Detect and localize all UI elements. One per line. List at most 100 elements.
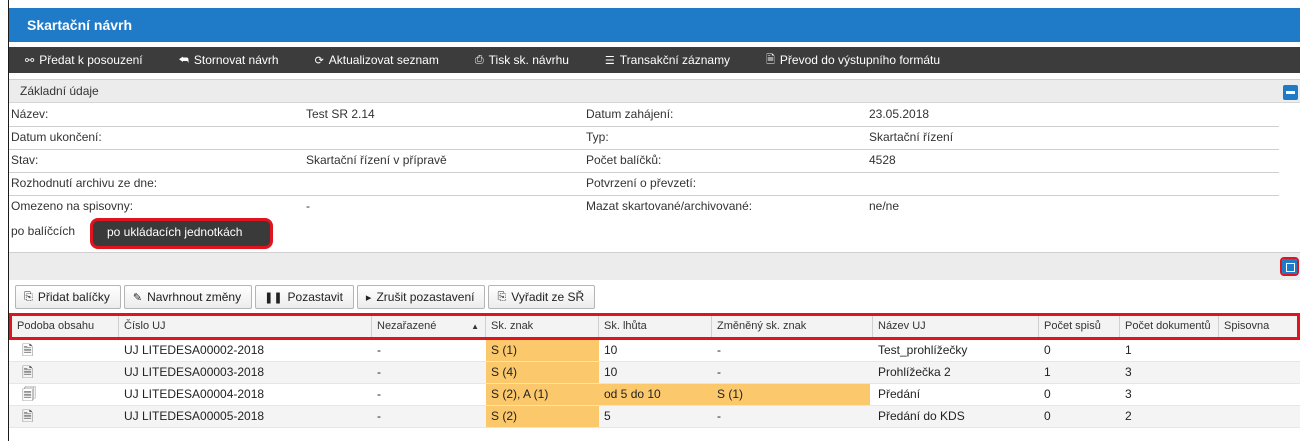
registry [1219, 406, 1224, 427]
registry [1219, 384, 1224, 405]
detail-value: Skartační řízení v přípravě [306, 153, 447, 167]
basic-info-header: Základní údaje [9, 79, 1300, 103]
unit-name: Test_prohlížečky [878, 343, 968, 357]
column-header[interactable]: Číslo UJ [119, 316, 372, 337]
detail-label: Datum zahájení: [586, 107, 674, 121]
sort-asc-icon: ▲ [471, 322, 479, 331]
tab-by-storage-units[interactable]: po ukládacích jednotkách [90, 218, 273, 249]
document-icon: 🗎 [22, 364, 34, 380]
document-count: 3 [1125, 365, 1132, 379]
view-tabs: po balíčcích po ukládacích jednotkách [9, 218, 1300, 250]
column-header-label: Nezařazené [377, 320, 437, 332]
remove-from-procedure-button[interactable]: ⎘ Vyřadit ze SŘ [488, 285, 596, 309]
refresh-list-button[interactable]: ⟳ Aktualizovat seznam [297, 47, 457, 73]
basic-info-details: Název: Test SR 2.14 Datum zahájení: 23.0… [9, 104, 1279, 219]
column-header[interactable]: Sk. znak [486, 316, 599, 337]
registry [1219, 362, 1224, 383]
button-label: Přidat balíčky [37, 290, 110, 304]
transaction-records-button[interactable]: ☰ Transakční záznamy [587, 47, 748, 73]
pass-for-review-button[interactable]: ⚯ Předat k posouzení [9, 47, 161, 73]
column-header[interactable]: Název UJ [873, 316, 1039, 337]
detail-label: Počet balíčků: [586, 153, 662, 167]
undo-arrow-icon: ⮪ [178, 53, 189, 66]
registry [1219, 340, 1224, 361]
detail-row: Omezeno na spisovny: - Mazat skartované/… [9, 196, 1279, 219]
detail-value: - [306, 199, 310, 213]
edit-icon: ✎ [132, 291, 143, 304]
expand-icon[interactable] [1280, 257, 1299, 276]
convert-output-format-button[interactable]: 🗎 Převod do výstupního formátu [748, 47, 958, 73]
print-icon: ⎙ [474, 53, 484, 66]
detail-row: Název: Test SR 2.14 Datum zahájení: 23.0… [9, 104, 1279, 127]
window-title: Skartační návrh [9, 8, 1300, 42]
grid-header-bar [9, 252, 1300, 280]
propose-changes-button[interactable]: ✎ Navrhnout změny [123, 285, 253, 309]
unassigned: - [377, 387, 381, 401]
unit-name: Předání do KDS [878, 409, 965, 423]
file-count: 0 [1044, 387, 1051, 401]
table-row[interactable]: 🗎 UJ LITEDESA00005-2018 - S (2) 5 - Před… [9, 406, 1300, 428]
file-count: 0 [1044, 343, 1051, 357]
detail-row: Rozhodnutí archivu ze dne: Potvrzení o p… [9, 173, 1279, 196]
action-label: Předat k posouzení [39, 53, 143, 67]
cancel-pause-button[interactable]: ▸ Zrušit pozastavení [356, 285, 486, 309]
column-header[interactable]: Nezařazené ▲ [372, 316, 486, 337]
add-packages-button[interactable]: ⎘ Přidat balíčky [15, 285, 121, 309]
column-header[interactable]: Změněný sk. znak [712, 316, 873, 337]
file-count: 1 [1044, 365, 1051, 379]
action-label: Tisk sk. návrhu [488, 53, 569, 67]
column-header[interactable]: Počet dokumentů [1120, 316, 1219, 337]
action-label: Aktualizovat seznam [328, 53, 439, 67]
unassigned: - [377, 343, 381, 357]
detail-value: ne/ne [869, 199, 900, 213]
retention-mark: S (2) [486, 406, 599, 427]
table-row[interactable]: 🗎 UJ LITEDESA00002-2018 - S (1) 10 - Tes… [9, 340, 1300, 362]
detail-label: Rozhodnutí archivu ze dne: [11, 176, 158, 190]
unassigned: - [377, 365, 381, 379]
unit-number: UJ LITEDESA00004-2018 [124, 387, 265, 401]
unit-number: UJ LITEDESA00005-2018 [124, 409, 265, 423]
tab-by-packages[interactable]: po balíčcích [11, 224, 75, 238]
print-proposal-button[interactable]: ⎙ Tisk sk. návrhu [457, 47, 587, 73]
retention-period: 10 [604, 343, 618, 357]
table-row[interactable]: 🗐 UJ LITEDESA00004-2018 - S (2), A (1) o… [9, 384, 1300, 406]
detail-label: Potvrzení o převzetí: [586, 176, 697, 190]
button-label: Zrušit pozastavení [376, 290, 475, 304]
pause-button[interactable]: ❚❚ Pozastavit [255, 285, 354, 309]
column-header[interactable]: Podoba obsahu [12, 316, 119, 337]
section-title: Základní údaje [20, 84, 99, 98]
grid-body: 🗎 UJ LITEDESA00002-2018 - S (1) 10 - Tes… [9, 340, 1300, 428]
table-row[interactable]: 🗎 UJ LITEDESA00003-2018 - S (4) 10 - Pro… [9, 362, 1300, 384]
unit-name: Prohlížečka 2 [878, 365, 951, 379]
tab-label: po ukládacích jednotkách [107, 225, 243, 239]
column-header[interactable]: Sk. lhůta [599, 316, 712, 337]
button-label: Vyřadit ze SŘ [511, 290, 585, 304]
button-label: Navrhnout změny [147, 290, 242, 304]
detail-value: Skartační řízení [869, 130, 954, 144]
changed-mark: - [717, 343, 721, 357]
unassigned: - [377, 409, 381, 423]
pause-icon: ❚❚ [264, 291, 283, 304]
retention-mark: S (2), A (1) [486, 384, 599, 405]
refresh-icon: ⟳ [314, 54, 324, 67]
file-count: 0 [1044, 409, 1051, 423]
retention-period: 10 [604, 365, 618, 379]
column-header[interactable]: Počet spisů [1039, 316, 1120, 337]
play-icon: ▸ [365, 291, 372, 304]
detail-row: Datum ukončení: Typ: Skartační řízení [9, 127, 1279, 150]
unit-number: UJ LITEDESA00003-2018 [124, 365, 265, 379]
changed-mark: - [717, 409, 721, 423]
link-icon: ⚯ [25, 54, 35, 67]
retention-period: 5 [604, 409, 611, 423]
list-icon: ☰ [604, 54, 615, 67]
column-header[interactable]: Spisovna [1219, 316, 1297, 337]
document-count: 2 [1125, 409, 1132, 423]
detail-label: Název: [11, 107, 49, 121]
detail-value: Test SR 2.14 [306, 107, 375, 121]
detail-label: Mazat skartované/archivované: [586, 199, 753, 213]
changed-mark: S (1) [712, 384, 870, 405]
cancel-proposal-button[interactable]: ⮪ Stornovat návrh [161, 47, 297, 73]
collapse-icon[interactable] [1283, 85, 1298, 100]
detail-row: Stav: Skartační řízení v přípravě Počet … [9, 150, 1279, 173]
detail-value: 23.05.2018 [869, 107, 930, 121]
